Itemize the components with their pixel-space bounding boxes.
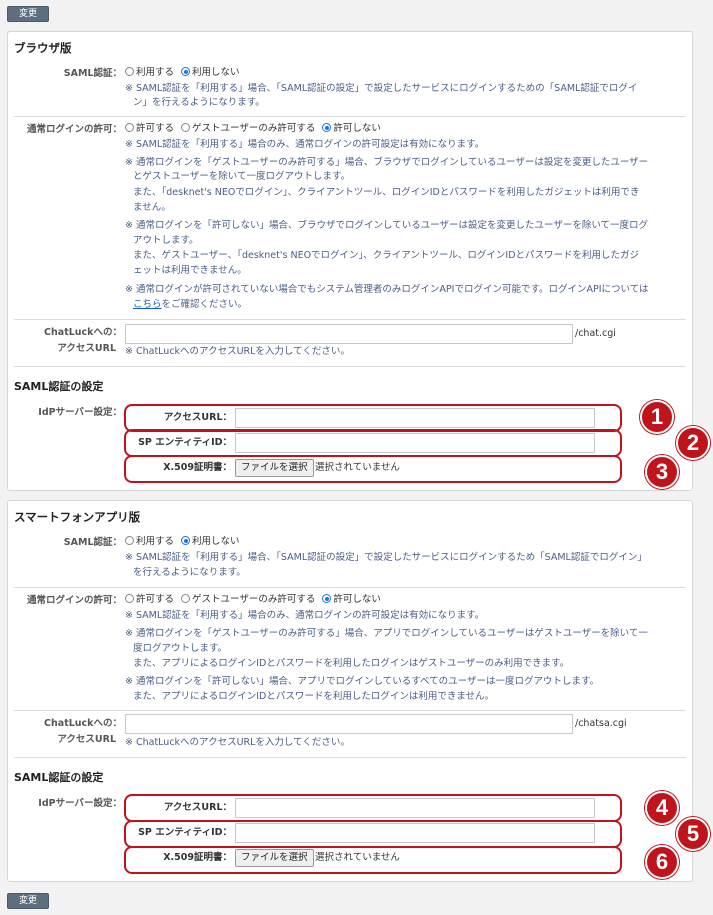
smartphone-login-allow-option[interactable]: 許可する xyxy=(125,594,174,605)
radio-selected-icon[interactable] xyxy=(322,123,332,132)
smartphone-saml-settings-title: SAML認証の設定 xyxy=(14,771,104,784)
callout-ring-2 xyxy=(124,429,622,457)
radio-selected-icon[interactable] xyxy=(322,594,332,603)
browser-chatluck-note: ※ ChatLuckへのアクセスURLを入力してください。 xyxy=(125,346,350,357)
smartphone-login-guest-option[interactable]: ゲストユーザーのみ許可する xyxy=(181,594,315,605)
browser-section-title: ブラウザ版 xyxy=(14,41,72,55)
smartphone-chatluck-suffix: /chatsa.cgi xyxy=(575,718,627,729)
browser-saml-radios: 利用する 利用しない xyxy=(125,65,244,81)
callout-ring-5 xyxy=(124,820,622,848)
browser-login-note: また、ゲストユーザー、「desknet's NEOでログイン」、クライアントツー… xyxy=(133,250,640,261)
browser-login-allow-option[interactable]: 許可する xyxy=(125,123,174,134)
browser-login-note: こちらをご確認ください。 xyxy=(133,299,248,310)
browser-chatluck-suffix: /chat.cgi xyxy=(575,328,616,339)
smartphone-section-title: スマートフォンアプリ版 xyxy=(14,510,141,524)
callout-ring-6 xyxy=(124,846,622,874)
browser-login-note: ※ 通常ログインを「許可しない」場合、ブラウザでログインしているユーザーは設定を… xyxy=(125,220,649,231)
smartphone-chatluck-url-input[interactable] xyxy=(125,714,573,734)
smartphone-login-note: また、アプリによるログインIDとパスワードを利用したログインはゲストユーザーのみ… xyxy=(133,658,570,669)
browser-saml-settings-title: SAML認証の設定 xyxy=(14,380,104,393)
divider xyxy=(14,116,686,117)
browser-login-note: ※ SAML認証を「利用する」場合のみ、通常ログインの許可設定は有効になります。 xyxy=(125,139,485,150)
browser-login-note: アウトします。 xyxy=(133,235,199,246)
change-button-top[interactable]: 変更 xyxy=(7,6,49,22)
here-link[interactable]: こちら xyxy=(133,299,162,310)
browser-login-deny-option[interactable]: 許可しない xyxy=(322,123,381,134)
divider xyxy=(14,319,686,320)
smartphone-login-note: また、アプリによるログインIDとパスワードを利用したログインは利用できません。 xyxy=(133,691,495,702)
browser-chatluck-label-2: アクセスURL xyxy=(57,343,116,354)
smartphone-saml-use-option[interactable]: 利用する xyxy=(125,536,174,547)
callout-badge-2: 2 xyxy=(676,426,710,460)
smartphone-login-note: 度ログアウトします。 xyxy=(133,643,228,654)
smartphone-chatluck-note: ※ ChatLuckへのアクセスURLを入力してください。 xyxy=(125,737,350,748)
browser-chatluck-url-input[interactable] xyxy=(125,324,573,344)
smartphone-login-label: 通常ログインの許可： xyxy=(26,595,122,606)
smartphone-saml-radios: 利用する 利用しない xyxy=(125,534,244,550)
smartphone-login-note: ※ SAML認証を「利用する」場合のみ、通常ログインの許可設定は有効になります。 xyxy=(125,610,485,621)
divider xyxy=(14,710,686,711)
smartphone-login-deny-option[interactable]: 許可しない xyxy=(322,594,381,605)
radio-selected-icon[interactable] xyxy=(181,536,191,545)
smartphone-saml-note-2: を行えるようになります。 xyxy=(133,567,246,578)
callout-badge-5: 5 xyxy=(676,817,710,851)
radio-icon[interactable] xyxy=(181,594,191,603)
change-button-bottom[interactable]: 変更 xyxy=(7,893,49,909)
radio-icon[interactable] xyxy=(125,123,134,132)
smartphone-saml-label: SAML認証： xyxy=(63,537,122,548)
browser-login-note: とゲストユーザーを除いて一度ログアウトします。 xyxy=(133,171,351,182)
smartphone-login-note: ※ 通常ログインを「ゲストユーザーのみ許可する」場合、アプリでログインしているユ… xyxy=(125,628,648,639)
callout-ring-4 xyxy=(124,794,622,822)
browser-login-radios: 許可する ゲストユーザーのみ許可する 許可しない xyxy=(125,121,385,137)
smartphone-saml-notuse-option[interactable]: 利用しない xyxy=(181,536,240,547)
browser-saml-use-option[interactable]: 利用する xyxy=(125,67,174,78)
callout-badge-6: 6 xyxy=(645,845,679,879)
callout-badge-4: 4 xyxy=(645,791,679,825)
browser-saml-note-2: ン」を行えるようになります。 xyxy=(133,97,265,108)
browser-saml-label: SAML認証： xyxy=(63,68,122,79)
callout-ring-3 xyxy=(124,455,622,483)
browser-idp-label: IdPサーバー設定： xyxy=(38,407,122,418)
browser-login-note: ※ 通常ログインが許可されていない場合でもシステム管理者のみログインAPIでログ… xyxy=(125,284,649,295)
callout-ring-1 xyxy=(124,404,622,432)
browser-saml-notuse-option[interactable]: 利用しない xyxy=(181,67,240,78)
browser-login-note: また、「desknet's NEOでログイン」、クライアントツール、ログインID… xyxy=(133,187,640,198)
radio-icon[interactable] xyxy=(125,67,134,76)
browser-login-note: ません。 xyxy=(133,202,171,213)
smartphone-idp-label: IdPサーバー設定： xyxy=(38,798,122,809)
radio-icon[interactable] xyxy=(125,594,134,603)
browser-chatluck-label: ChatLuckへの： xyxy=(44,327,122,338)
divider xyxy=(14,757,686,758)
callout-badge-3: 3 xyxy=(645,455,679,489)
radio-icon[interactable] xyxy=(181,123,191,132)
divider xyxy=(14,587,686,588)
smartphone-saml-note-1: ※ SAML認証を「利用する」場合、「SAML認証の設定」で設定したサービスにロ… xyxy=(125,552,647,563)
radio-selected-icon[interactable] xyxy=(181,67,191,76)
smartphone-login-radios: 許可する ゲストユーザーのみ許可する 許可しない xyxy=(125,592,385,608)
browser-login-label: 通常ログインの許可： xyxy=(26,124,122,135)
browser-login-guest-option[interactable]: ゲストユーザーのみ許可する xyxy=(181,123,315,134)
radio-icon[interactable] xyxy=(125,536,134,545)
callout-badge-1: 1 xyxy=(640,400,674,434)
smartphone-chatluck-label: ChatLuckへの： xyxy=(44,718,122,729)
divider xyxy=(14,366,686,367)
browser-login-note: ェットは利用できません。 xyxy=(133,265,247,276)
smartphone-login-note: ※ 通常ログインを「許可しない」場合、アプリでログインしているすべてのユーザーは… xyxy=(125,676,600,687)
smartphone-chatluck-label-2: アクセスURL xyxy=(57,734,116,745)
